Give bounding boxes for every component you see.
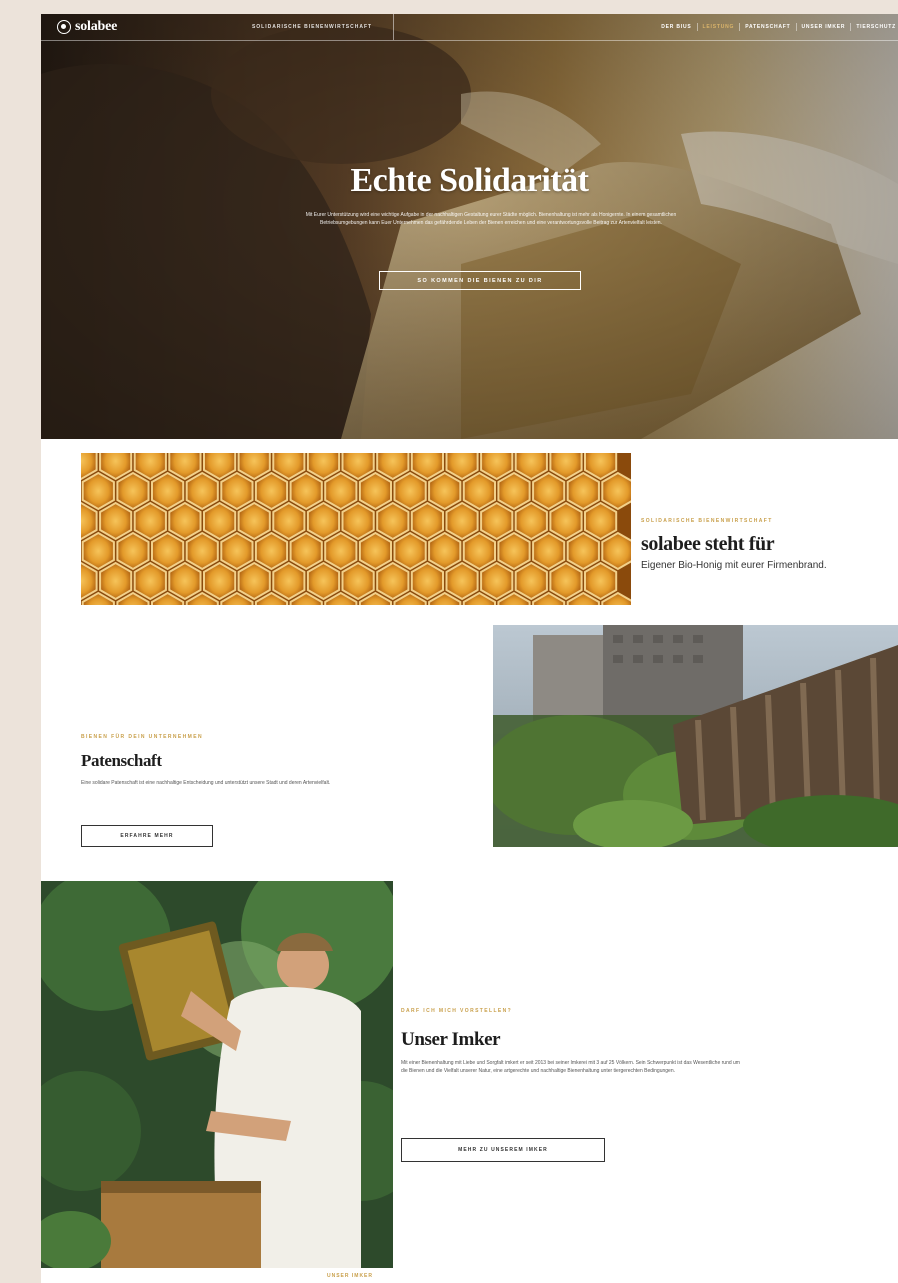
- honeycomb-cell: [237, 501, 271, 541]
- imker-more-button[interactable]: Mehr zu unserem Imker: [401, 1138, 605, 1162]
- honeycomb-cell: [566, 531, 600, 571]
- nav-links: Der Bius Leistung Patenschaft Unser Imke…: [656, 14, 898, 40]
- honeycomb-cell: [480, 501, 514, 541]
- honeycomb-cell: [532, 531, 566, 571]
- honeycomb-cell: [341, 501, 375, 541]
- honeycomb-cell: [462, 471, 496, 511]
- honeycomb-pattern: [81, 453, 631, 605]
- honeycomb-cell: [99, 561, 133, 601]
- section3-body: Mit einer Bienenhaltung mit Liebe und So…: [401, 1060, 740, 1074]
- honeycomb-cell: [272, 561, 306, 601]
- honeycomb-cell: [428, 471, 462, 511]
- section2-body: Eine solidare Patenschaft ist eine nachh…: [81, 780, 331, 786]
- section2-eyebrow: Bienen für Dein Unternehmen: [81, 734, 203, 740]
- nav-link-tierschutz[interactable]: Tierschutz: [851, 23, 898, 31]
- hero-section: solabee Solidarische Bienenwirtschaft De…: [41, 14, 898, 439]
- honeycomb-cell: [549, 501, 583, 541]
- honeycomb-cell: [220, 531, 254, 571]
- honeycomb-cell: [151, 471, 185, 511]
- honeycomb-cell: [497, 531, 531, 571]
- honeycomb-cell: [220, 471, 254, 511]
- honeycomb-cell: [462, 531, 496, 571]
- patenschaft-text: Bienen für Dein Unternehmen Patenschaft …: [81, 734, 331, 787]
- honeycomb-cell: [99, 501, 133, 541]
- hero-title: Echte Solidarität: [350, 162, 589, 199]
- honeycomb-cell: [445, 561, 479, 601]
- section3-title: Unser Imker: [401, 1029, 501, 1050]
- honeycomb-cell: [185, 531, 219, 571]
- section1-subtitle: Eigener Bio-Honig mit eurer Firmenbrand.: [641, 560, 827, 571]
- top-navigation: solabee Solidarische Bienenwirtschaft De…: [41, 14, 898, 41]
- garden-illustration: [493, 625, 898, 847]
- nav-link-patenschaft[interactable]: Patenschaft: [740, 23, 797, 31]
- honeycomb-cell: [306, 501, 341, 541]
- nav-link-leistung[interactable]: Leistung: [698, 23, 741, 31]
- logo-text: solabee: [75, 19, 118, 34]
- solabee-intro: Solidarische Bienenwirtschaft solabee st…: [641, 518, 898, 571]
- honeycomb-cell: [203, 501, 237, 541]
- honeycomb-cell: [601, 471, 631, 511]
- honeycomb-cell: [168, 501, 202, 541]
- honeycomb-cell: [133, 501, 167, 541]
- honeycomb-cell: [393, 531, 427, 571]
- honeycomb-cell: [376, 501, 410, 541]
- beekeeper-image: [41, 881, 393, 1268]
- site-logo[interactable]: solabee: [57, 17, 117, 37]
- hero-cta-button[interactable]: So kommen die Bienen zu Dir: [379, 271, 581, 290]
- honeycomb-cell: [428, 531, 462, 571]
- nav-link-der-bius[interactable]: Der Bius: [656, 23, 698, 31]
- honeycomb-cell: [584, 561, 618, 601]
- imker-caption: Unser Imker: [327, 1273, 374, 1279]
- honeycomb-cell: [203, 561, 237, 601]
- honeycomb-cell: [289, 471, 323, 511]
- section3-eyebrow: Darf ich mich vorstellen?: [401, 1008, 513, 1014]
- section1-title: solabee steht für: [641, 533, 775, 555]
- honeycomb-cell: [185, 471, 219, 511]
- honeycomb-cell: [532, 471, 566, 511]
- hero-text: Mit Eurer Unterstützung wird eine wichti…: [305, 212, 677, 226]
- section2-title: Patenschaft: [81, 751, 162, 770]
- honeycomb-cell: [272, 501, 306, 541]
- section1-eyebrow: Solidarische Bienenwirtschaft: [641, 518, 773, 524]
- honeycomb-cell: [81, 531, 115, 571]
- honeycomb-cell: [116, 531, 150, 571]
- honeycomb-cell: [254, 471, 289, 511]
- honeycomb-cell: [133, 561, 167, 601]
- honeycomb-image: [81, 453, 631, 605]
- honeycomb-cell: [549, 561, 583, 601]
- honeycomb-cell: [324, 471, 358, 511]
- honeycomb-cell: [566, 471, 600, 511]
- honeycomb-cell: [584, 501, 618, 541]
- honeycomb-cell: [514, 561, 548, 601]
- website-page: solabee Solidarische Bienenwirtschaft De…: [41, 14, 898, 1283]
- honeycomb-cell: [306, 561, 341, 601]
- bee-logo-icon: [57, 20, 71, 34]
- honeycomb-cell: [324, 531, 358, 571]
- honeycomb-cell: [81, 471, 115, 511]
- honeycomb-cell: [151, 531, 185, 571]
- honeycomb-cell: [168, 561, 202, 601]
- honeycomb-cell: [116, 471, 150, 511]
- honeycomb-cell: [358, 531, 392, 571]
- honeycomb-cell: [237, 561, 271, 601]
- honeycomb-cell: [410, 561, 444, 601]
- honeycomb-cell: [445, 501, 479, 541]
- honeycomb-cell: [376, 561, 410, 601]
- honeycomb-cell: [514, 501, 548, 541]
- honeycomb-cell: [393, 471, 427, 511]
- nav-tagline: Solidarische Bienenwirtschaft: [231, 14, 394, 40]
- nav-link-unser-imker[interactable]: Unser Imker: [797, 23, 852, 31]
- patenschaft-more-button[interactable]: Erfahre mehr: [81, 825, 213, 847]
- honeycomb-cell: [480, 561, 514, 601]
- urban-beehive-garden-image: [493, 625, 898, 847]
- honeycomb-cell: [358, 471, 392, 511]
- imker-text: Darf ich mich vorstellen? Unser Imker Mi…: [401, 1008, 741, 1075]
- honeycomb-cell: [497, 471, 531, 511]
- honeycomb-cell: [601, 531, 631, 571]
- honeycomb-cell: [410, 501, 444, 541]
- honeycomb-cell: [254, 531, 289, 571]
- honeycomb-cell: [289, 531, 323, 571]
- beekeeper-illustration: [41, 881, 393, 1268]
- honeycomb-cell: [341, 561, 375, 601]
